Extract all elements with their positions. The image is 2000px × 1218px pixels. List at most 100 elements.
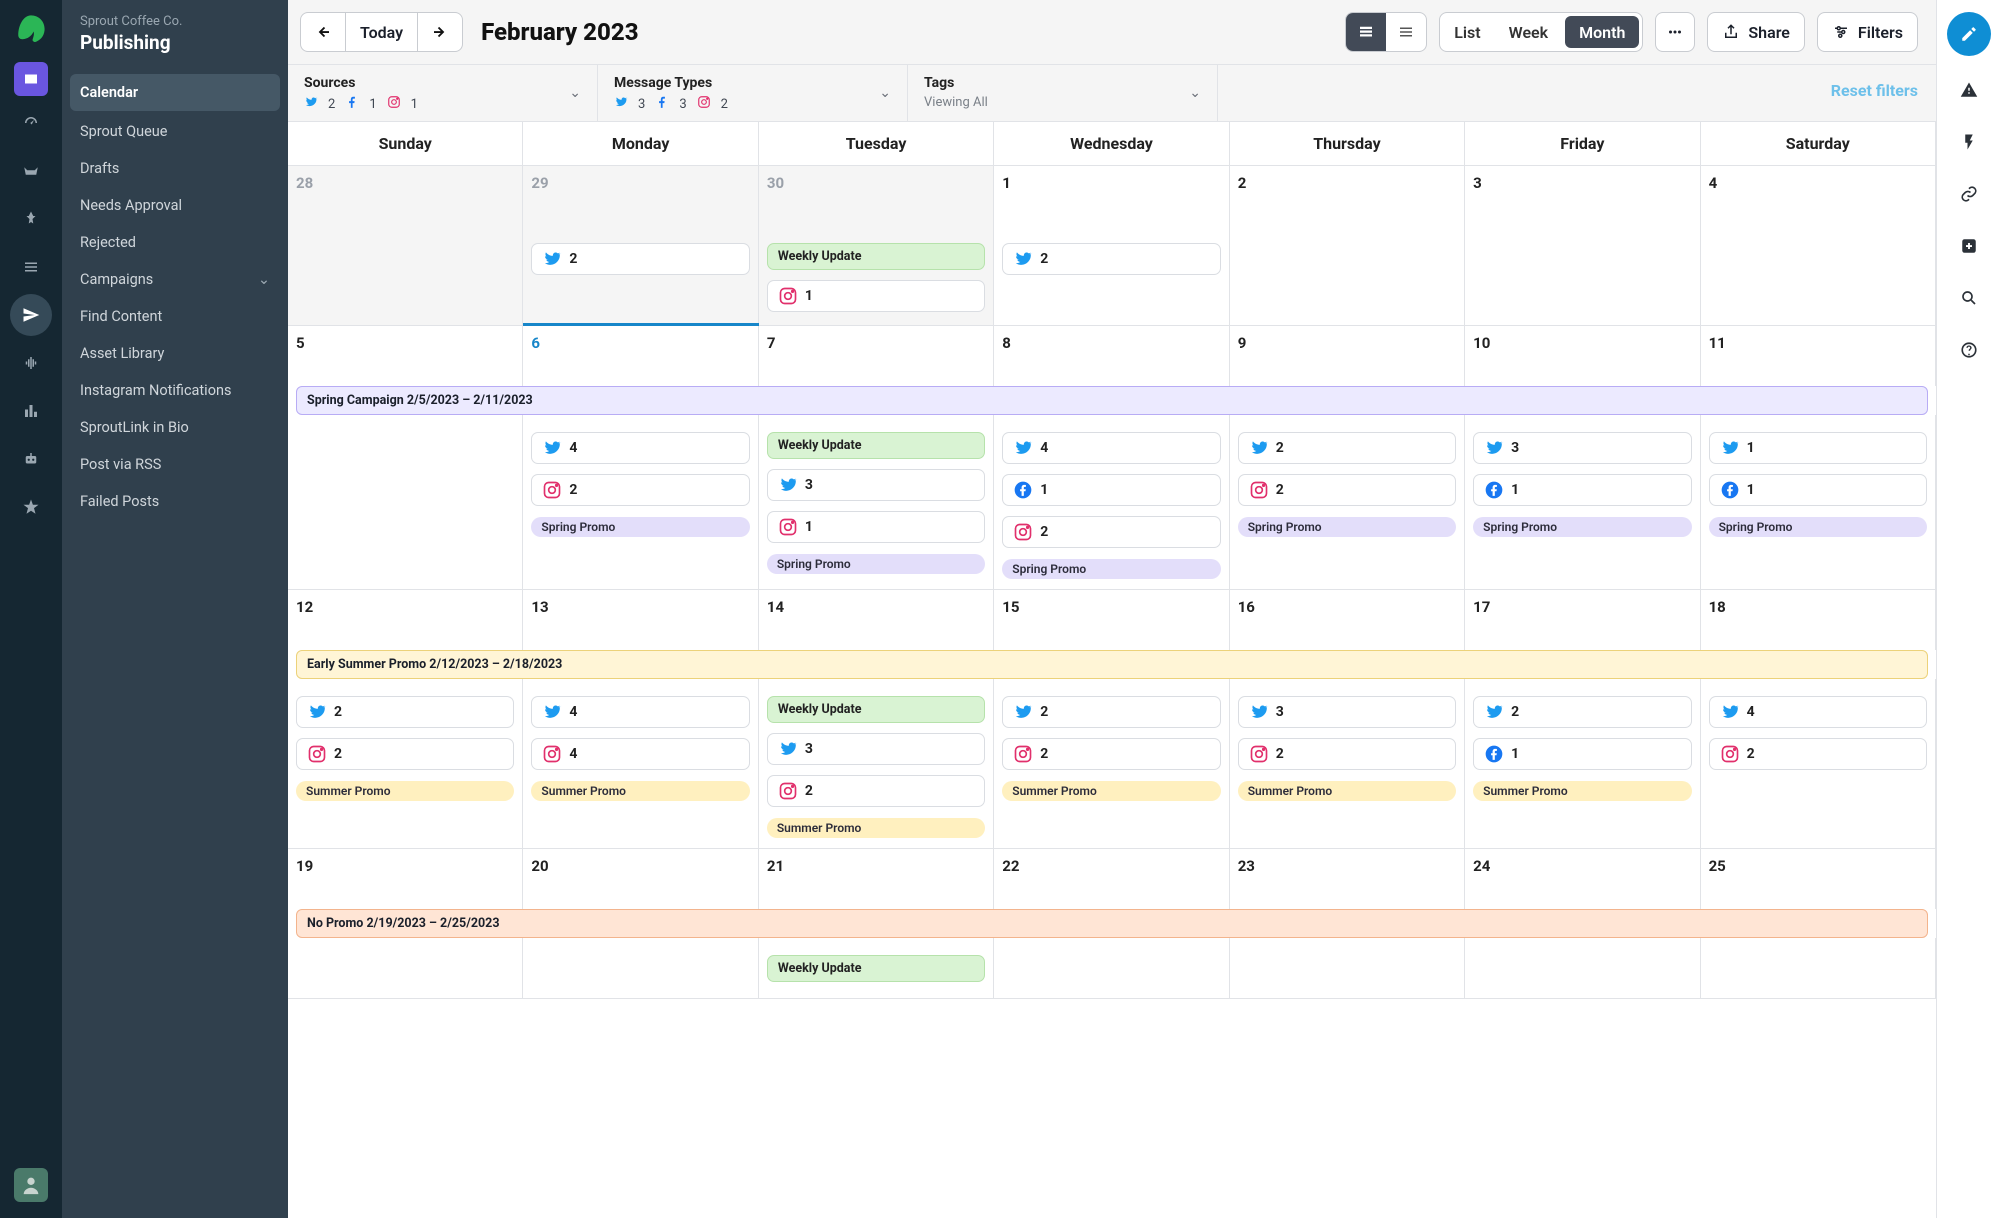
calendar-cell-body[interactable] [1701,938,1936,998]
calendar-cell-body[interactable]: 2 1 Summer Promo [1465,679,1700,848]
calendar-cell-body[interactable]: 31Spring Promo [1465,415,1700,589]
calendar-cell[interactable]: 12 [288,590,523,650]
post-count-pill[interactable]: 2 [1002,696,1220,728]
campaign-tag[interactable]: Spring Promo [1473,517,1691,537]
calendar-cell-body[interactable]: 42 [1701,679,1936,848]
post-count-pill[interactable]: 2 [767,775,985,807]
campaign-tag[interactable]: Summer Promo [531,781,749,801]
sidebar-item[interactable]: Failed Posts [62,483,288,520]
calendar-cell-body[interactable]: Weekly Update31Spring Promo [759,415,994,589]
post-count-pill[interactable]: 3 [767,469,985,501]
sidebar-item[interactable]: Sprout Queue [62,113,288,150]
calendar-cell-body[interactable] [288,938,523,998]
post-count-pill[interactable]: 1 [1709,474,1927,506]
post-count-pill[interactable]: 4 [1709,696,1927,728]
calendar-cell-body[interactable] [288,226,523,325]
sidebar-item[interactable]: Rejected [62,224,288,261]
reset-filters-button[interactable]: Reset filters [1813,65,1936,121]
campaign-tag[interactable]: Spring Promo [767,554,985,574]
post-count-pill[interactable]: 1 [1002,474,1220,506]
filters-button[interactable]: Filters [1817,12,1918,52]
sidebar-item[interactable]: Drafts [62,150,288,187]
calendar-cell[interactable]: 21 [759,849,994,909]
post-count-pill[interactable]: 4 [531,738,749,770]
share-button[interactable]: Share [1707,12,1805,52]
post-count-pill[interactable]: 1 [1473,738,1691,770]
search-icon[interactable] [1951,280,1987,316]
post-count-pill[interactable]: 2 [296,696,514,728]
sidebar-item[interactable]: Post via RSS [62,446,288,483]
density-compact-button[interactable] [1386,13,1426,51]
filter-sources[interactable]: Sources 2 1 1 ⌄ [288,65,598,121]
calendar-cell[interactable]: 25 [1701,849,1936,909]
campaign-tag[interactable]: Spring Promo [1709,517,1927,537]
post-count-pill[interactable]: 4 [531,696,749,728]
nav-pin-icon[interactable] [10,198,52,240]
calendar-cell[interactable]: 30 [759,166,994,226]
nav-send-icon[interactable] [10,294,52,336]
sidebar-item[interactable]: Instagram Notifications [62,372,288,409]
event-pill[interactable]: Weekly Update [767,955,985,982]
campaign-tag[interactable]: Spring Promo [531,517,749,537]
calendar-cell-body[interactable]: 42Spring Promo [523,415,758,589]
post-count-pill[interactable]: 2 [296,738,514,770]
post-count-pill[interactable]: 2 [1473,696,1691,728]
post-count-pill[interactable]: 4 [1002,432,1220,464]
post-count-pill[interactable]: 2 [1002,516,1220,548]
nav-star-icon[interactable] [10,486,52,528]
campaign-tag[interactable]: Summer Promo [1238,781,1456,801]
post-count-pill[interactable]: 1 [767,280,985,312]
calendar-cell[interactable]: 24 [1465,849,1700,909]
today-button[interactable]: Today [345,13,418,51]
post-count-pill[interactable]: 1 [767,511,985,543]
calendar-cell[interactable]: 29 [523,166,758,226]
sidebar-item[interactable]: Find Content [62,298,288,335]
post-count-pill[interactable]: 2 [1238,738,1456,770]
calendar-cell[interactable]: 7 [759,326,994,386]
campaign-banner[interactable]: Early Summer Promo 2/12/2023 – 2/18/2023 [296,650,1928,679]
calendar-cell-body[interactable] [1701,226,1936,325]
sidebar-item[interactable]: SproutLink in Bio [62,409,288,446]
calendar-cell-body[interactable]: Weekly Update1 [759,226,994,325]
post-count-pill[interactable]: 2 [1238,432,1456,464]
calendar-cell-body[interactable]: 2 [994,226,1229,325]
calendar-cell[interactable]: 14 [759,590,994,650]
calendar-cell[interactable]: 28 [288,166,523,226]
post-count-pill[interactable]: 2 [1002,738,1220,770]
calendar-cell[interactable]: 11 [1701,326,1936,386]
calendar-cell[interactable]: 10 [1465,326,1700,386]
calendar-cell[interactable]: 1 [994,166,1229,226]
calendar-cell[interactable]: 2 [1230,166,1465,226]
nav-bot-icon[interactable] [10,438,52,480]
calendar-cell[interactable]: 15 [994,590,1229,650]
calendar-cell[interactable]: 3 [1465,166,1700,226]
filter-types[interactable]: Message Types 3 3 2 ⌄ [598,65,908,121]
calendar-cell-body[interactable] [523,938,758,998]
sidebar-item[interactable]: Asset Library [62,335,288,372]
calendar-cell[interactable]: 4 [1701,166,1936,226]
campaign-banner[interactable]: No Promo 2/19/2023 – 2/25/2023 [296,909,1928,938]
post-count-pill[interactable]: 2 [1002,243,1220,275]
nav-dashboard-icon[interactable] [10,102,52,144]
filter-tags[interactable]: Tags Viewing All ⌄ [908,65,1218,121]
post-count-pill[interactable]: 3 [1473,432,1691,464]
sidebar-item[interactable]: Campaigns⌄ [62,261,288,298]
link-icon[interactable] [1951,176,1987,212]
calendar-cell-body[interactable]: 22Summer Promo [288,679,523,848]
nav-inbox-icon[interactable] [10,150,52,192]
calendar-cell-body[interactable] [288,415,523,589]
post-count-pill[interactable]: 3 [767,733,985,765]
next-button[interactable] [418,13,462,51]
post-count-pill[interactable]: 2 [531,243,749,275]
campaign-tag[interactable]: Summer Promo [1473,781,1691,801]
calendar-cell[interactable]: 17 [1465,590,1700,650]
calendar-cell-body[interactable] [1230,226,1465,325]
calendar-cell-body[interactable] [1465,938,1700,998]
post-count-pill[interactable]: 2 [1238,474,1456,506]
calendar-cell-body[interactable]: 22Spring Promo [1230,415,1465,589]
add-icon[interactable] [1951,228,1987,264]
calendar-cell[interactable]: 5 [288,326,523,386]
nav-list-icon[interactable] [10,246,52,288]
calendar-cell-body[interactable] [1465,226,1700,325]
nav-audio-icon[interactable] [10,342,52,384]
